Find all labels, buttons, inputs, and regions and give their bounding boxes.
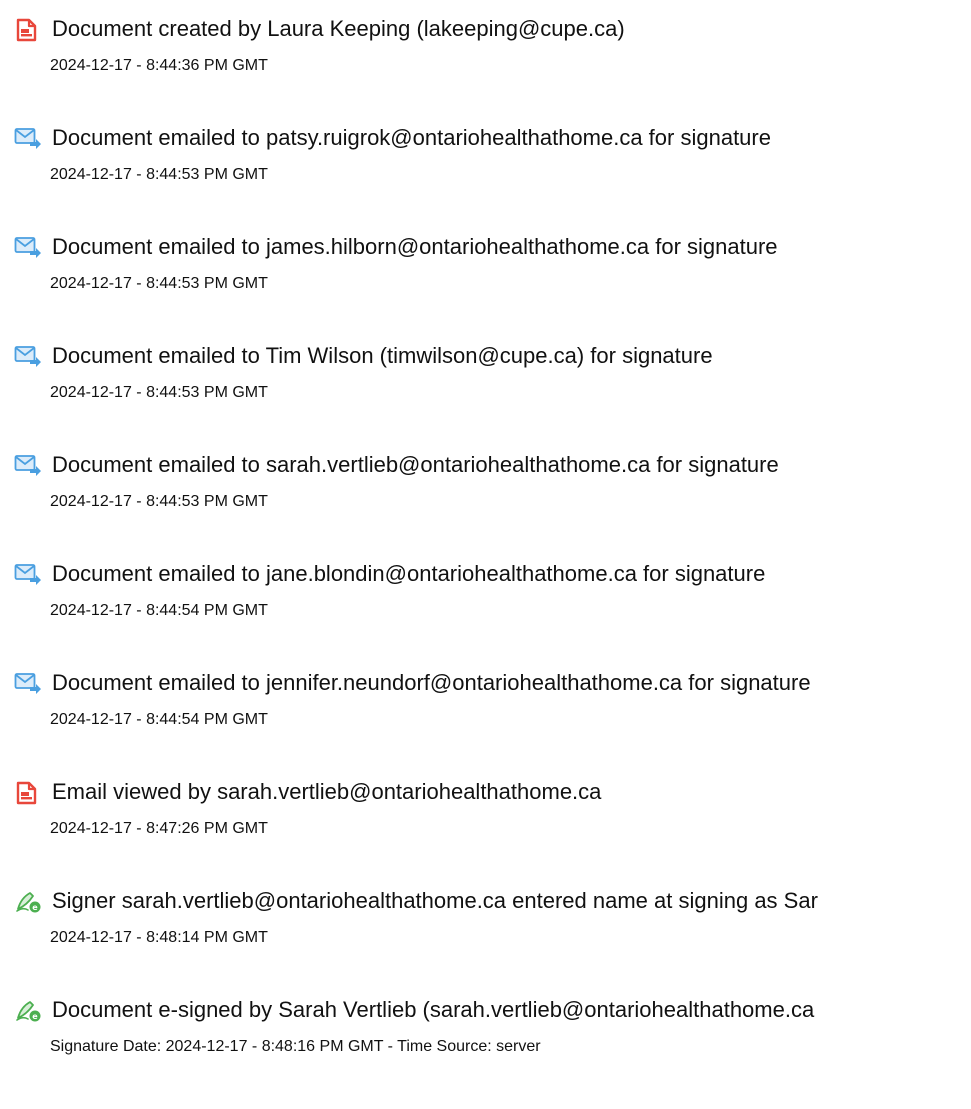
email-sent-icon [14, 453, 42, 479]
email-sent-icon [14, 235, 42, 261]
event-timestamp: 2024-12-17 - 8:48:14 PM GMT [50, 929, 268, 946]
event-title: Signer sarah.vertlieb@ontariohealthathom… [52, 888, 818, 913]
event-document-emailed: Document emailed to patsy.ruigrok@ontari… [14, 123, 971, 203]
email-sent-icon [14, 671, 42, 697]
event-document-esigned: e Document e-signed by Sarah Vertlieb (s… [14, 995, 971, 1075]
event-title: Document emailed to Tim Wilson (timwilso… [52, 343, 713, 368]
event-timestamp: 2024-12-17 - 8:44:53 PM GMT [50, 384, 268, 401]
event-title: Document emailed to jane.blondin@ontario… [52, 561, 766, 586]
event-document-created: Document created by Laura Keeping (lakee… [14, 14, 971, 94]
event-title: Document emailed to james.hilborn@ontari… [52, 234, 778, 259]
event-timestamp: 2024-12-17 - 8:44:53 PM GMT [50, 166, 268, 183]
event-document-emailed: Document emailed to james.hilborn@ontari… [14, 232, 971, 312]
event-email-viewed: Email viewed by sarah.vertlieb@ontariohe… [14, 777, 971, 857]
event-timestamp: 2024-12-17 - 8:44:54 PM GMT [50, 711, 268, 728]
svg-text:e: e [32, 1012, 38, 1021]
event-document-emailed: Document emailed to sarah.vertlieb@ontar… [14, 450, 971, 530]
event-document-emailed: Document emailed to Tim Wilson (timwilso… [14, 341, 971, 421]
email-sent-icon [14, 562, 42, 588]
event-title: Document emailed to sarah.vertlieb@ontar… [52, 452, 779, 477]
event-document-emailed: Document emailed to jennifer.neundorf@on… [14, 668, 971, 748]
event-timestamp: 2024-12-17 - 8:44:54 PM GMT [50, 602, 268, 619]
event-timestamp: 2024-12-17 - 8:44:36 PM GMT [50, 57, 268, 74]
event-title: Email viewed by sarah.vertlieb@ontariohe… [52, 779, 602, 804]
event-title: Document e-signed by Sarah Vertlieb (sar… [52, 997, 815, 1022]
event-title: Document emailed to jennifer.neundorf@on… [52, 670, 811, 695]
email-viewed-icon [14, 780, 42, 806]
event-title: Document emailed to patsy.ruigrok@ontari… [52, 125, 771, 150]
document-created-icon [14, 17, 42, 43]
email-sent-icon [14, 126, 42, 152]
event-title: Document created by Laura Keeping (lakee… [52, 16, 625, 41]
event-timestamp: 2024-12-17 - 8:44:53 PM GMT [50, 275, 268, 292]
signer-pen-icon: e [14, 998, 42, 1024]
audit-event-list: Document created by Laura Keeping (lakee… [0, 0, 971, 1109]
svg-text:e: e [32, 903, 38, 912]
email-sent-icon [14, 344, 42, 370]
signer-pen-icon: e [14, 889, 42, 915]
event-timestamp: Signature Date: 2024-12-17 - 8:48:16 PM … [50, 1038, 541, 1055]
event-timestamp: 2024-12-17 - 8:44:53 PM GMT [50, 493, 268, 510]
event-signer-entered-name: e Signer sarah.vertlieb@ontariohealthath… [14, 886, 971, 966]
event-document-emailed: Document emailed to jane.blondin@ontario… [14, 559, 971, 639]
event-timestamp: 2024-12-17 - 8:47:26 PM GMT [50, 820, 268, 837]
